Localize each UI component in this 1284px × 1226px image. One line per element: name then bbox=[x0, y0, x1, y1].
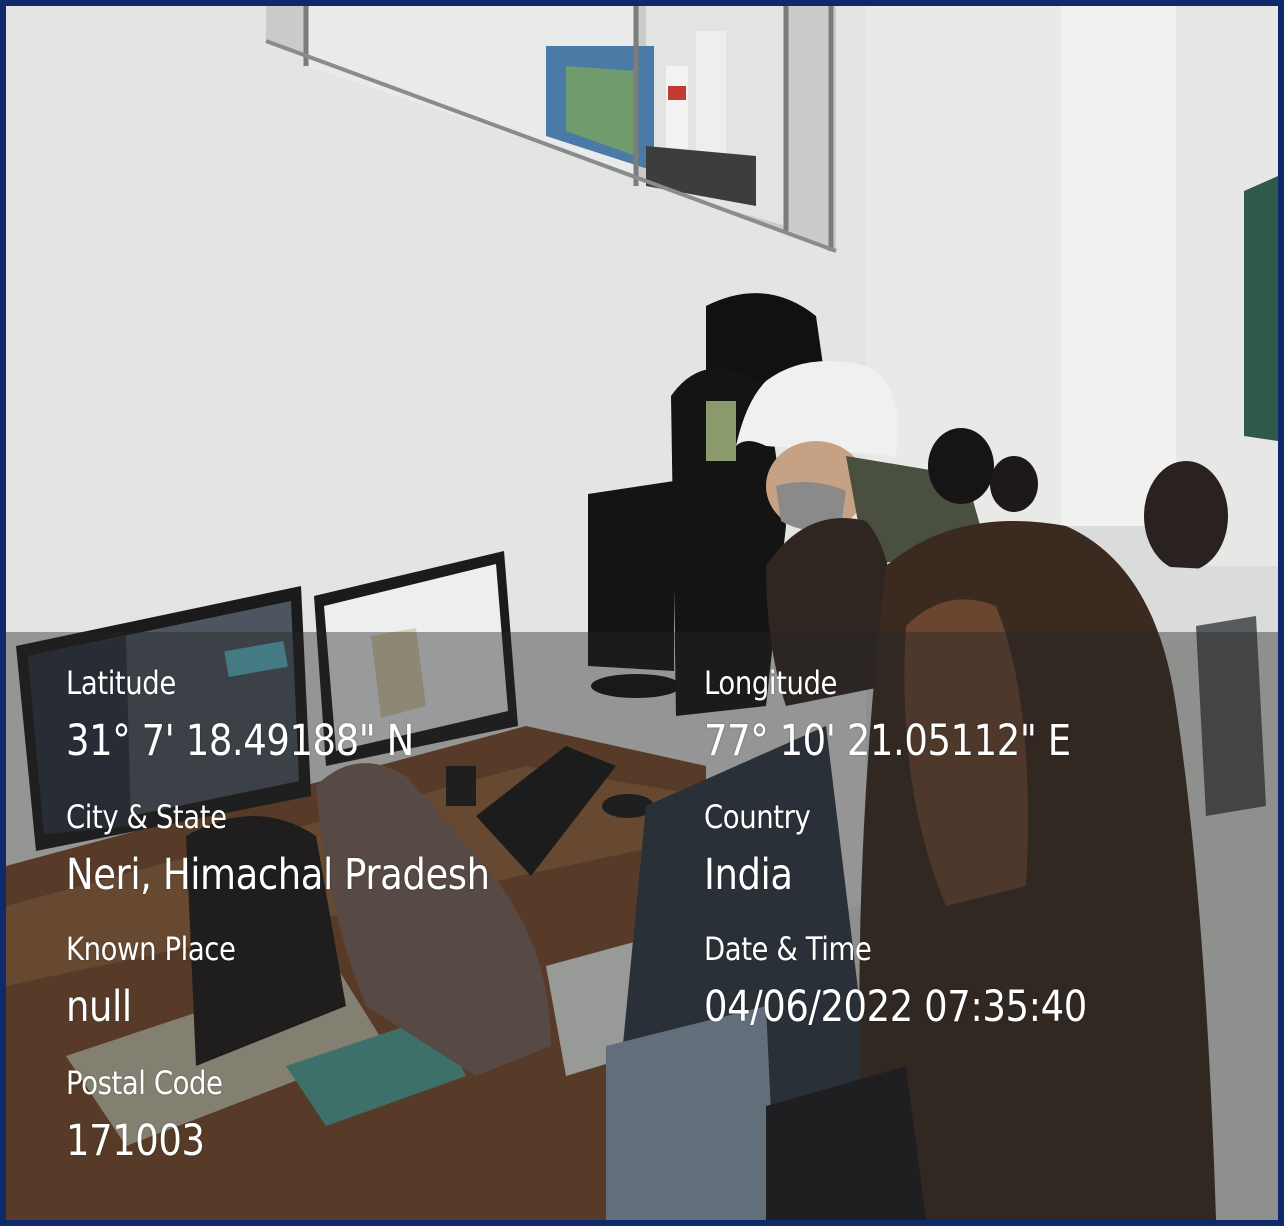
date-time-label: Date & Time bbox=[704, 930, 872, 968]
known-place-label: Known Place bbox=[66, 930, 236, 968]
longitude-label: Longitude bbox=[704, 664, 838, 702]
latitude-value: 31° 7' 18.49188" N bbox=[66, 716, 414, 766]
city-state-label: City & State bbox=[66, 798, 227, 836]
country-value: India bbox=[704, 850, 793, 900]
postal-code-label: Postal Code bbox=[66, 1064, 223, 1102]
latitude-label: Latitude bbox=[66, 664, 176, 702]
longitude-value: 77° 10' 21.05112" E bbox=[704, 716, 1071, 766]
known-place-value: null bbox=[66, 982, 132, 1032]
postal-code-value: 171003 bbox=[66, 1116, 205, 1166]
date-time-value: 04/06/2022 07:35:40 bbox=[704, 982, 1087, 1032]
country-label: Country bbox=[704, 798, 811, 836]
chalkboard bbox=[1244, 176, 1278, 441]
background-person bbox=[928, 428, 994, 504]
city-state-value: Neri, Himachal Pradesh bbox=[66, 850, 490, 900]
